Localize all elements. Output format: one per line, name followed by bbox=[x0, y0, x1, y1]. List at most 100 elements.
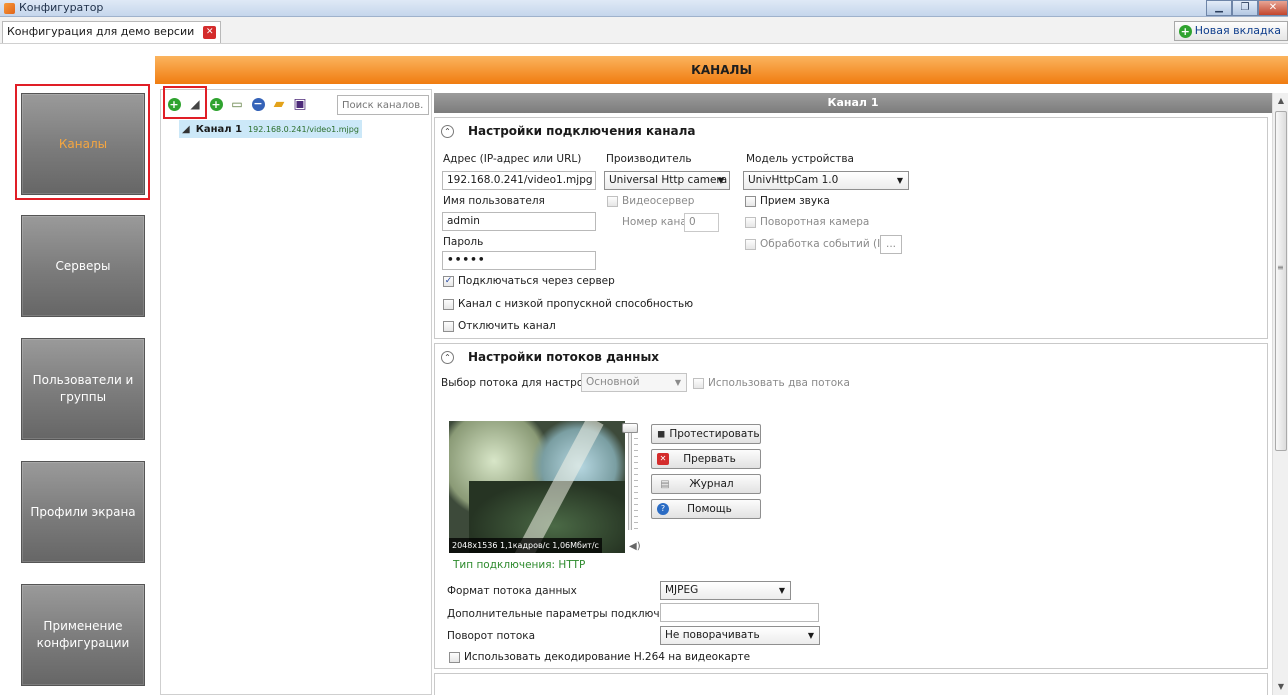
chevron-down-icon: ▼ bbox=[778, 586, 785, 595]
stream-select-value: Основной bbox=[586, 376, 640, 388]
highlight-frame bbox=[15, 84, 150, 200]
checkbox-box bbox=[443, 298, 454, 310]
tab-demo-config[interactable]: Конфигурация для демо версии ✕ bbox=[2, 21, 222, 43]
collapse-icon[interactable]: ⌃ bbox=[441, 124, 454, 138]
checkbox-box bbox=[443, 320, 454, 332]
speaker-icon[interactable]: ◀) bbox=[629, 541, 641, 552]
close-tab-icon[interactable]: ✕ bbox=[203, 26, 217, 39]
address-input[interactable]: 192.168.0.241/video1.mjpg bbox=[442, 171, 596, 190]
next-section-partial bbox=[434, 673, 1268, 695]
log-button[interactable]: ▤ Журнал bbox=[651, 474, 761, 494]
stream-select-label: Выбор потока для настройки bbox=[441, 377, 604, 389]
add-icon: + bbox=[1178, 24, 1192, 38]
videoserver-checkbox[interactable]: Видеосервер bbox=[607, 195, 694, 207]
add-icon: + bbox=[209, 97, 223, 111]
minimize-button[interactable]: ▁ bbox=[1206, 0, 1232, 16]
password-input[interactable]: ••••• bbox=[442, 251, 596, 270]
sidebar: Каналы Серверы Пользователи и группы Про… bbox=[0, 44, 155, 695]
maximize-button[interactable]: ❐ bbox=[1232, 0, 1258, 16]
collapse-icon[interactable]: ⌃ bbox=[441, 350, 454, 364]
checkbox-box bbox=[745, 195, 756, 207]
checkbox-box bbox=[607, 195, 618, 207]
preview-stats: 2048x1536 1,1кадров/с 1,06Мбит/с bbox=[449, 538, 602, 553]
chevron-down-icon: ▼ bbox=[717, 176, 724, 185]
stream-section-header: ⌃ Настройки потоков данных bbox=[441, 350, 659, 364]
slider-ticks bbox=[634, 426, 638, 530]
checkbox-box bbox=[693, 377, 704, 389]
save-button[interactable]: ▣ bbox=[291, 95, 309, 113]
extra-params-label: Дополнительные параметры подключения bbox=[447, 608, 687, 620]
log-label: Журнал bbox=[689, 478, 734, 490]
stop-label: Прервать bbox=[683, 453, 736, 465]
rotation-label: Поворот потока bbox=[447, 630, 536, 642]
sidebar-item-apply-config[interactable]: Применение конфигурации bbox=[21, 584, 145, 686]
tree-item-channel-1[interactable]: ◢ Канал 1 192.168.0.241/video1.mjpg bbox=[179, 120, 362, 138]
events-checkbox[interactable]: Обработка событий (I/O) bbox=[745, 238, 896, 250]
model-dropdown[interactable]: UnivHttpCam 1.0 ▼ bbox=[743, 171, 909, 190]
highlight-frame bbox=[163, 86, 207, 119]
add-server-button[interactable]: ▭ bbox=[228, 95, 246, 113]
sidebar-item-servers[interactable]: Серверы bbox=[21, 215, 145, 317]
channel-title: Канал 1 bbox=[434, 93, 1272, 113]
scroll-down-icon[interactable]: ▼ bbox=[1273, 679, 1288, 695]
scrollbar-thumb[interactable] bbox=[1275, 111, 1287, 451]
test-button[interactable]: ◼ Протестировать bbox=[651, 424, 761, 444]
chevron-down-icon: ▼ bbox=[807, 631, 814, 640]
volume-slider-track[interactable] bbox=[628, 426, 632, 530]
stream-select-dropdown[interactable]: Основной ▼ bbox=[581, 373, 687, 392]
manufacturer-dropdown[interactable]: Universal Http camera ▼ bbox=[604, 171, 730, 190]
new-tab-button[interactable]: + Новая вкладка bbox=[1173, 21, 1288, 41]
checkbox-box bbox=[745, 238, 756, 250]
channel-number-input[interactable]: 0 bbox=[684, 213, 719, 232]
disable-channel-checkbox[interactable]: Отключить канал bbox=[443, 320, 556, 332]
manufacturer-label: Производитель bbox=[606, 153, 692, 165]
stop-icon: ✕ bbox=[657, 453, 669, 465]
events-label: Обработка событий (I/O) bbox=[760, 238, 897, 250]
test-label: Протестировать bbox=[669, 428, 760, 440]
format-value: MJPEG bbox=[665, 584, 699, 596]
rotation-dropdown[interactable]: Не поворачивать ▼ bbox=[660, 626, 820, 645]
remove-button[interactable]: − bbox=[249, 95, 267, 113]
sidebar-item-users-groups[interactable]: Пользователи и группы bbox=[21, 338, 145, 440]
ptz-label: Поворотная камера bbox=[760, 216, 870, 228]
connection-section-header: ⌃ Настройки подключения канала bbox=[441, 124, 695, 138]
low-bandwidth-checkbox[interactable]: Канал с низкой пропускной способностью bbox=[443, 298, 693, 310]
extra-params-input[interactable] bbox=[660, 603, 819, 622]
events-settings-button[interactable]: ... bbox=[880, 235, 902, 254]
checkbox-box: ✓ bbox=[443, 275, 454, 287]
remove-icon: − bbox=[251, 96, 265, 111]
new-tab-label: Новая вкладка bbox=[1194, 24, 1281, 37]
manufacturer-value: Universal Http camera bbox=[609, 174, 728, 186]
two-streams-checkbox[interactable]: Использовать два потока bbox=[693, 377, 850, 389]
camera-icon: ◼ bbox=[657, 428, 666, 440]
checkbox-box bbox=[449, 651, 460, 663]
tab-label: Конфигурация для демо версии bbox=[7, 25, 195, 38]
h264-decoding-checkbox[interactable]: Использовать декодирование H.264 на виде… bbox=[449, 651, 750, 663]
scroll-up-icon[interactable]: ▲ bbox=[1273, 93, 1288, 109]
folder-icon: ▰ bbox=[273, 96, 285, 112]
connection-settings-section: ⌃ Настройки подключения канала Адрес (IP… bbox=[434, 117, 1268, 339]
address-label: Адрес (IP-адрес или URL) bbox=[443, 153, 582, 165]
volume-slider-handle[interactable] bbox=[622, 423, 638, 433]
sound-checkbox[interactable]: Прием звука bbox=[745, 195, 830, 207]
vertical-scrollbar[interactable]: ▲ ≡ ▼ bbox=[1272, 93, 1288, 695]
username-label: Имя пользователя bbox=[443, 195, 545, 207]
chevron-down-icon: ▼ bbox=[674, 378, 681, 387]
via-server-checkbox[interactable]: ✓ Подключаться через сервер bbox=[443, 275, 615, 287]
close-window-button[interactable]: ✕ bbox=[1258, 0, 1288, 16]
ptz-checkbox[interactable]: Поворотная камера bbox=[745, 216, 869, 228]
disable-channel-label: Отключить канал bbox=[458, 320, 556, 332]
sidebar-item-screen-profiles[interactable]: Профили экрана bbox=[21, 461, 145, 563]
title-bar: Конфигуратор ▁ ❐ ✕ bbox=[0, 0, 1288, 17]
format-dropdown[interactable]: MJPEG ▼ bbox=[660, 581, 791, 600]
stop-button[interactable]: ✕ Прервать bbox=[651, 449, 761, 469]
videoserver-label: Видеосервер bbox=[622, 195, 695, 207]
open-folder-button[interactable]: ▰ bbox=[270, 95, 288, 113]
username-input[interactable]: admin bbox=[442, 212, 596, 231]
video-preview: 2048x1536 1,1кадров/с 1,06Мбит/с bbox=[449, 421, 625, 553]
add-group-button[interactable]: + bbox=[207, 95, 225, 113]
model-value: UnivHttpCam 1.0 bbox=[748, 174, 839, 186]
floppy-disk-icon: ▣ bbox=[293, 96, 307, 112]
help-button[interactable]: ? Помощь bbox=[651, 499, 761, 519]
search-channels-input[interactable] bbox=[337, 95, 429, 115]
